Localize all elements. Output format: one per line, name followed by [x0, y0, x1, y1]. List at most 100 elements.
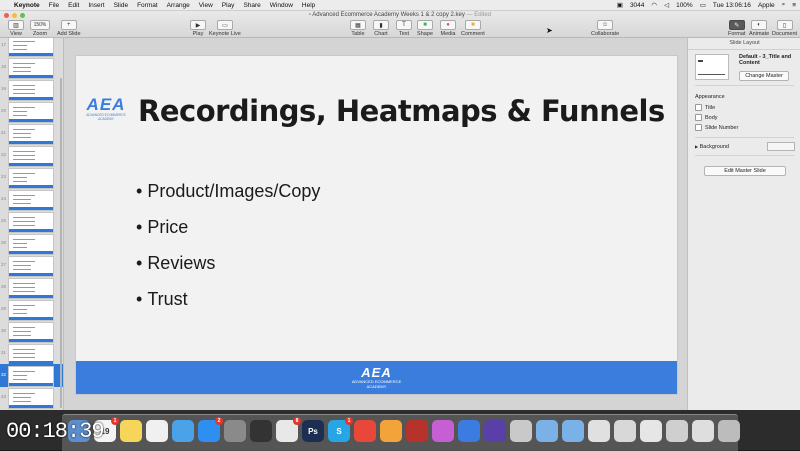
- cloud-icon[interactable]: [172, 420, 194, 442]
- document-tab[interactable]: ▯ Document: [772, 20, 797, 37]
- slide-title[interactable]: Recordings, Heatmaps & Funnels: [138, 94, 665, 128]
- trash-icon[interactable]: [718, 420, 740, 442]
- collaborate-button[interactable]: ☺ Collaborate: [591, 20, 619, 37]
- title-checkbox[interactable]: Title: [695, 104, 715, 111]
- volume-icon[interactable]: ◁: [664, 1, 669, 9]
- slide-number-checkbox[interactable]: Slide Number: [695, 124, 738, 131]
- slide-thumbnail[interactable]: 24: [0, 188, 63, 211]
- menu-insert[interactable]: Insert: [88, 2, 104, 9]
- slide-navigator[interactable]: 17 18 19 20 21 22 23 24 25 26 27 28 29 30 31 32 33: [0, 38, 64, 410]
- slide-thumbnail[interactable]: 20: [0, 100, 63, 123]
- menu-file[interactable]: File: [49, 2, 59, 9]
- app-store-icon[interactable]: 2: [198, 417, 223, 442]
- battery-percent[interactable]: 100%: [676, 2, 693, 9]
- text-button[interactable]: T Text: [396, 20, 412, 37]
- window-thumb-icon[interactable]: [666, 420, 688, 442]
- menu-arrange[interactable]: Arrange: [167, 2, 190, 9]
- animate-tab[interactable]: ◐ Animate: [749, 20, 769, 37]
- notification-badge[interactable]: 3044: [630, 2, 644, 9]
- menu-share[interactable]: Share: [243, 2, 260, 9]
- wifi-icon[interactable]: ◠: [651, 1, 657, 9]
- dock: 19 1 2 8 Ps S 1: [62, 414, 740, 451]
- slide-thumbnail[interactable]: 25: [0, 210, 63, 233]
- window-thumb-icon[interactable]: [692, 420, 714, 442]
- menu-edit[interactable]: Edit: [68, 2, 79, 9]
- slide-thumbnail[interactable]: 33: [0, 386, 63, 409]
- user-name[interactable]: Apple: [758, 2, 775, 9]
- comment-button[interactable]: ■ Comment: [461, 20, 485, 37]
- terminal-icon[interactable]: [250, 420, 272, 442]
- view-button[interactable]: ▥ View: [8, 20, 24, 37]
- slide-thumbnail[interactable]: 21: [0, 122, 63, 145]
- zoom-menu[interactable]: 150% Zoom: [30, 20, 50, 37]
- disclosure-triangle-icon[interactable]: ▶: [695, 144, 698, 149]
- photos-icon[interactable]: [146, 420, 168, 442]
- slide-thumbnail[interactable]: 23: [0, 166, 63, 189]
- edit-master-slide-button[interactable]: Edit Master Slide: [704, 166, 786, 176]
- current-slide[interactable]: AEA ADVANCED ECOMMERCE ACADEMY Recording…: [75, 55, 678, 395]
- keynote-icon[interactable]: [458, 420, 480, 442]
- bullet-item[interactable]: Price: [136, 217, 320, 253]
- notification-center-icon[interactable]: ≡: [792, 2, 796, 9]
- notepad-icon[interactable]: [510, 420, 532, 442]
- slide-thumbnail[interactable]: 19: [0, 78, 63, 101]
- format-tab[interactable]: ✎ Format: [728, 20, 745, 37]
- slide-canvas[interactable]: AEA ADVANCED ECOMMERCE ACADEMY Recording…: [64, 26, 687, 410]
- slide-thumbnail[interactable]: 17: [0, 38, 63, 57]
- slide-thumbnail[interactable]: 31: [0, 342, 63, 365]
- background-row[interactable]: ▶ Background: [695, 142, 795, 151]
- window-thumb-icon[interactable]: [640, 420, 662, 442]
- slide-thumbnail[interactable]: 30: [0, 320, 63, 343]
- skype-icon[interactable]: S1: [328, 417, 353, 442]
- slide-thumbnail[interactable]: 29: [0, 298, 63, 321]
- menu-view[interactable]: View: [199, 2, 213, 9]
- chrome-icon[interactable]: [354, 420, 376, 442]
- slide-thumbnail-preview: [8, 80, 54, 101]
- slide-thumbnail[interactable]: 27: [0, 254, 63, 277]
- photo-booth-icon[interactable]: [406, 420, 428, 442]
- slide-thumbnail[interactable]: 18: [0, 56, 63, 79]
- notes-icon[interactable]: [120, 420, 142, 442]
- play-button[interactable]: ▶ Play: [190, 20, 206, 37]
- bullet-item[interactable]: Reviews: [136, 253, 320, 289]
- slide-thumbnail[interactable]: 32: [0, 364, 63, 387]
- slack-icon[interactable]: 8: [276, 417, 301, 442]
- menu-app-name[interactable]: Keynote: [14, 2, 40, 9]
- imovie-icon[interactable]: [484, 420, 506, 442]
- window-thumb-icon[interactable]: [588, 420, 610, 442]
- bullet-list[interactable]: Product/Images/Copy Price Reviews Trust: [136, 181, 320, 325]
- bullet-item[interactable]: Product/Images/Copy: [136, 181, 320, 217]
- body-checkbox[interactable]: Body: [695, 114, 718, 121]
- menu-format[interactable]: Format: [137, 2, 158, 9]
- downloads-folder-icon[interactable]: [562, 420, 584, 442]
- menu-window[interactable]: Window: [270, 2, 293, 9]
- window-thumb-icon[interactable]: [614, 420, 636, 442]
- table-button[interactable]: ▦ Table: [350, 20, 366, 37]
- slide-thumbnail[interactable]: 26: [0, 232, 63, 255]
- daisy-icon[interactable]: [380, 420, 402, 442]
- slide-thumbnail[interactable]: 28: [0, 276, 63, 299]
- menu-slide[interactable]: Slide: [114, 2, 128, 9]
- slide-thumbnail-preview: [8, 168, 54, 189]
- menu-help[interactable]: Help: [302, 2, 315, 9]
- notification-badge: 8: [293, 417, 301, 425]
- system-preferences-icon[interactable]: [224, 420, 246, 442]
- change-master-button[interactable]: Change Master: [739, 71, 789, 81]
- media-button[interactable]: ● Media: [440, 20, 456, 37]
- clock[interactable]: Tue 13:06:16: [713, 2, 751, 9]
- bullet-item[interactable]: Trust: [136, 289, 320, 325]
- dropbox-icon[interactable]: ▣: [617, 1, 623, 9]
- menu-play[interactable]: Play: [222, 2, 235, 9]
- spotlight-icon[interactable]: ⌕: [782, 1, 786, 9]
- slide-thumbnail[interactable]: 22: [0, 144, 63, 167]
- navigator-scrollbar[interactable]: [60, 78, 62, 408]
- master-thumbnail[interactable]: [695, 54, 729, 80]
- keynote-live-button[interactable]: ▭ Keynote Live: [209, 20, 241, 37]
- shape-button[interactable]: ■ Shape: [417, 20, 433, 37]
- chart-button[interactable]: ▮ Chart: [373, 20, 389, 37]
- itunes-icon[interactable]: [432, 420, 454, 442]
- background-swatch[interactable]: [767, 142, 795, 151]
- photoshop-icon[interactable]: Ps: [302, 420, 324, 442]
- folder-icon[interactable]: [536, 420, 558, 442]
- add-slide-button[interactable]: + Add Slide: [57, 20, 81, 37]
